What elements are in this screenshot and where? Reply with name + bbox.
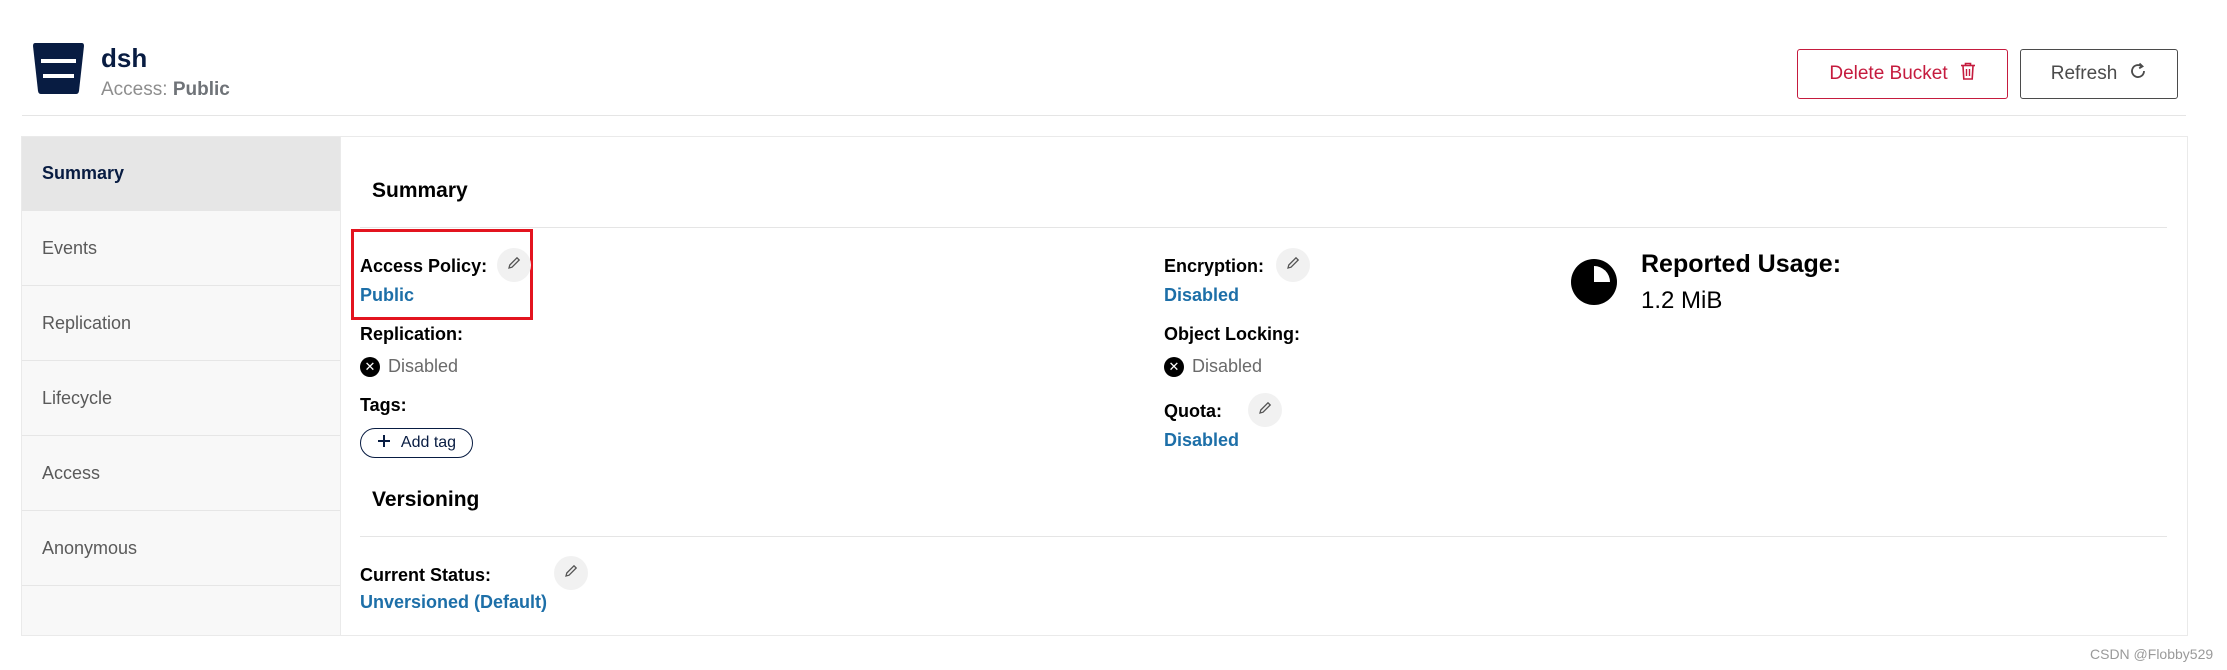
access-policy-label: Access Policy: — [360, 256, 488, 276]
pencil-icon — [507, 256, 521, 275]
access-policy-value[interactable]: Public — [360, 285, 414, 306]
replication-status: ✕ Disabled — [360, 356, 458, 377]
header-divider — [22, 115, 2186, 116]
reported-usage-value: 1.2 MiB — [1641, 287, 1723, 314]
bucket-access-line: Access: Public — [101, 79, 230, 101]
edit-versioning-button[interactable] — [554, 556, 588, 590]
object-locking-value: Disabled — [1192, 356, 1263, 376]
sidebar-item-summary[interactable]: Summary — [22, 137, 340, 211]
object-locking-status: ✕ Disabled — [1164, 356, 1262, 377]
delete-bucket-button[interactable]: Delete Bucket — [1797, 49, 2008, 99]
refresh-label: Refresh — [2050, 63, 2118, 84]
bucket-name: dsh — [101, 43, 148, 73]
summary-title: Summary — [372, 179, 468, 202]
sidebar-item-replication[interactable]: Replication — [22, 287, 340, 361]
versioning-divider — [360, 536, 2167, 537]
object-locking-label: Object Locking: — [1164, 324, 1301, 344]
refresh-button[interactable]: Refresh — [2020, 49, 2178, 99]
encryption-label: Encryption: — [1164, 256, 1265, 276]
quota-value[interactable]: Disabled — [1164, 430, 1239, 451]
add-tag-button[interactable]: Add tag — [360, 428, 473, 458]
sidebar-item-events[interactable]: Events — [22, 212, 340, 286]
sidebar-item-anonymous[interactable]: Anonymous — [22, 512, 340, 586]
access-value: Public — [172, 79, 230, 100]
refresh-icon — [2129, 62, 2147, 86]
x-circle-icon: ✕ — [1164, 356, 1184, 377]
x-circle-icon: ✕ — [360, 356, 380, 377]
access-label: Access: — [101, 79, 168, 100]
delete-bucket-label: Delete Bucket — [1829, 63, 1948, 84]
edit-quota-button[interactable] — [1248, 393, 1282, 427]
summary-divider — [360, 227, 2167, 228]
bucket-icon — [31, 41, 86, 96]
add-tag-label: Add tag — [400, 434, 457, 451]
sidebar-item-access[interactable]: Access — [22, 437, 340, 511]
replication-value: Disabled — [388, 356, 459, 376]
versioning-title: Versioning — [372, 488, 480, 511]
quota-label: Quota: — [1164, 401, 1222, 421]
current-status-label: Current Status: — [360, 565, 492, 585]
edit-encryption-button[interactable] — [1276, 248, 1310, 282]
pie-chart-icon — [1570, 258, 1618, 306]
tags-label: Tags: — [360, 395, 407, 415]
encryption-value[interactable]: Disabled — [1164, 285, 1239, 306]
current-status-value[interactable]: Unversioned (Default) — [360, 592, 547, 613]
plus-icon — [377, 434, 391, 453]
replication-label: Replication: — [360, 324, 464, 344]
reported-usage-title: Reported Usage: — [1641, 250, 1842, 278]
sidebar-item-lifecycle[interactable]: Lifecycle — [22, 362, 340, 436]
edit-access-policy-button[interactable] — [497, 248, 531, 282]
pencil-icon — [564, 564, 578, 583]
watermark: CSDN @Flobby529 — [2090, 646, 2214, 662]
trash-icon — [1960, 62, 1976, 86]
pencil-icon — [1286, 256, 1300, 275]
bucket-details-panel — [21, 136, 2188, 636]
pencil-icon — [1258, 401, 1272, 420]
bucket-sidebar: Summary Events Replication Lifecycle Acc… — [22, 137, 341, 635]
